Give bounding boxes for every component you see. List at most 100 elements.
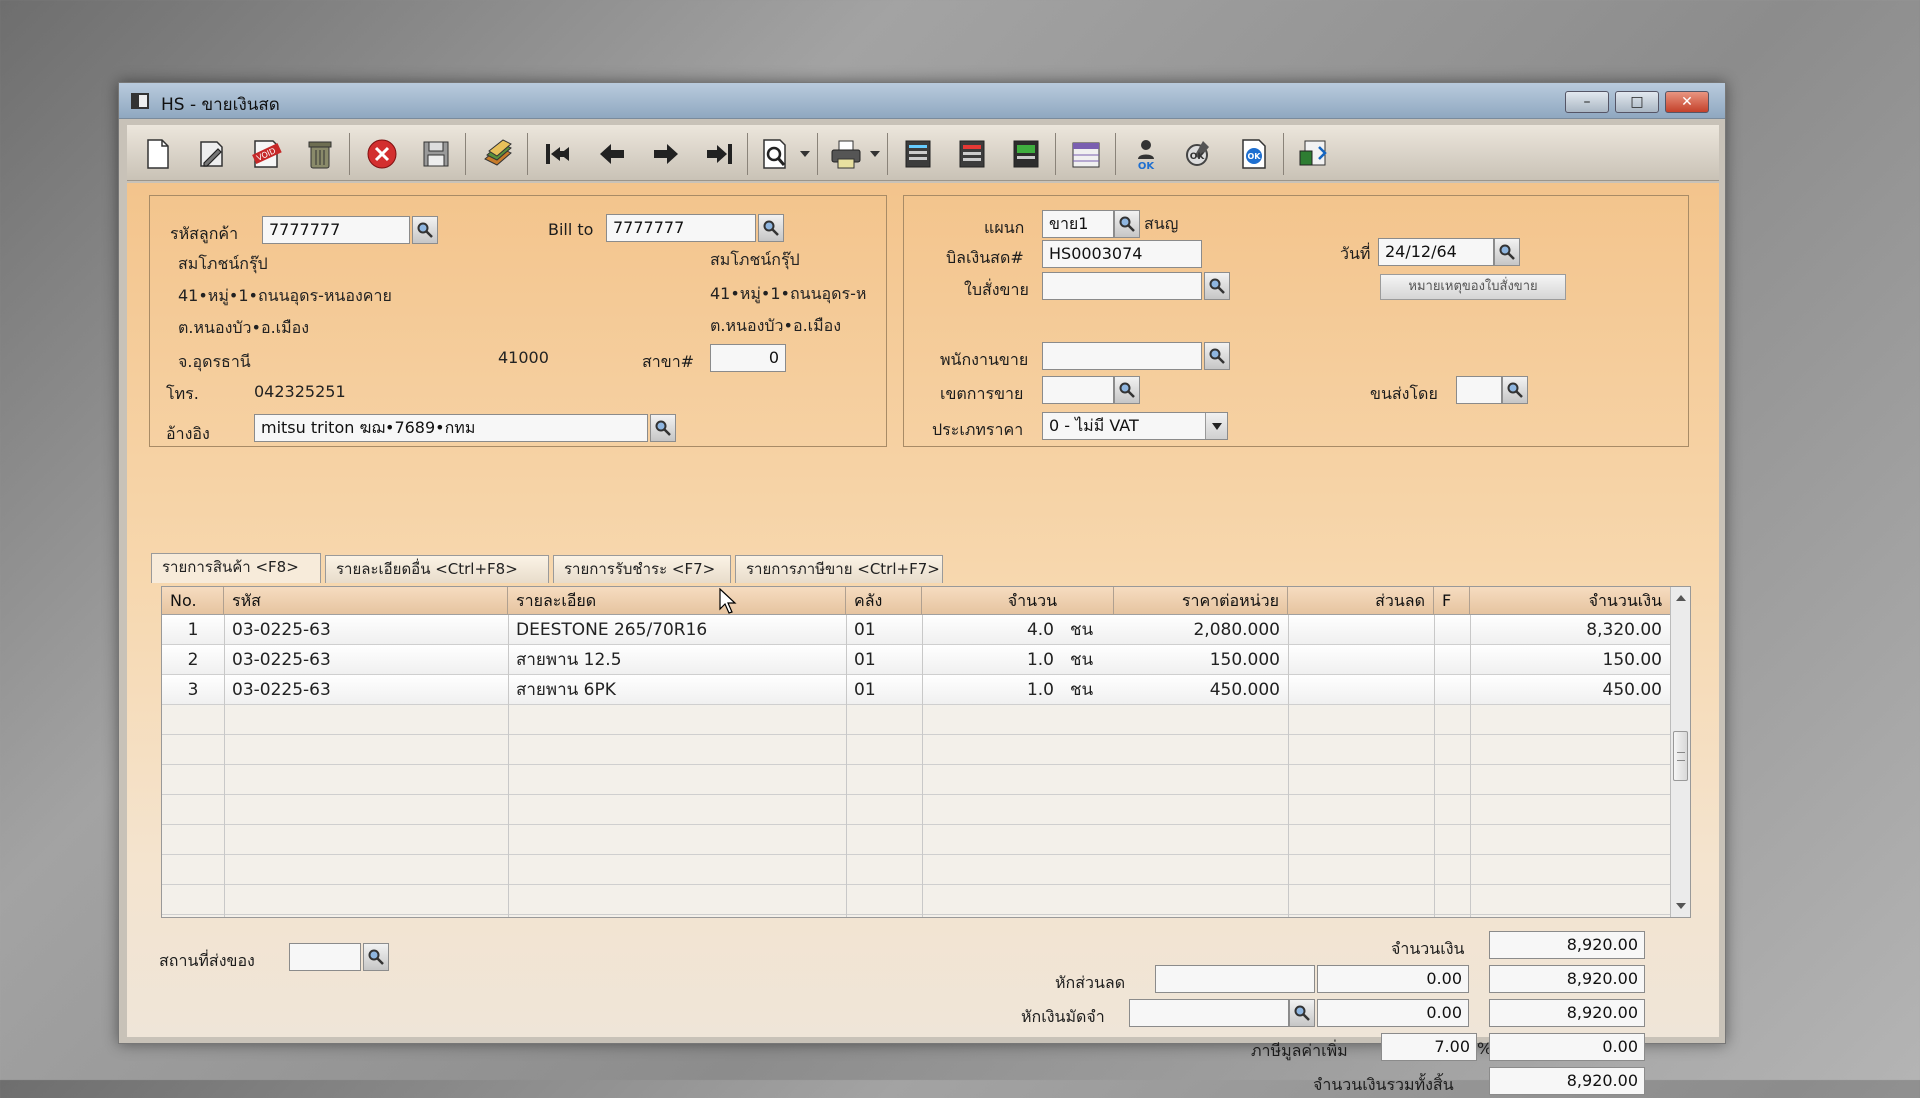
deposit-input[interactable] [1129, 999, 1289, 1027]
department-search-icon[interactable] [1114, 210, 1140, 238]
department-input[interactable]: ขาย1 [1042, 210, 1114, 238]
shipper-label: ขนส่งโดย [1370, 384, 1438, 403]
shipper-search-icon[interactable] [1502, 376, 1528, 404]
toolbar-separator [1115, 133, 1116, 175]
search-dropdown-arrow[interactable] [800, 151, 810, 157]
sales-order-search-icon[interactable] [1204, 272, 1230, 300]
table-row-empty[interactable] [162, 765, 1670, 795]
order-note-button[interactable]: หมายเหตุของใบสั่งขาย [1380, 274, 1566, 300]
grand-total-value: 8,920.00 [1489, 1067, 1645, 1095]
salesperson-input[interactable] [1042, 342, 1202, 370]
print-dropdown-arrow[interactable] [870, 151, 880, 157]
table-row-empty[interactable] [162, 705, 1670, 735]
salesperson-search-icon[interactable] [1204, 342, 1230, 370]
customer-code-input[interactable]: 7777777 [262, 216, 410, 244]
table-row-empty[interactable] [162, 735, 1670, 765]
scroll-thumb[interactable] [1673, 731, 1688, 781]
row-warehouse: 01 [854, 680, 876, 700]
col-unit-price[interactable]: ราคาต่อหน่วย [1114, 587, 1288, 615]
new-document-icon[interactable] [139, 135, 177, 173]
table-row-empty[interactable] [162, 855, 1670, 885]
col-amount[interactable]: จำนวนเงิน [1470, 587, 1670, 615]
col-code[interactable]: รหัส [224, 587, 508, 615]
table-row[interactable]: 3 03-0225-63 สายพาน 6PK 01 1.0 ชน 450.00… [162, 675, 1670, 705]
customer-search-icon[interactable] [412, 216, 438, 244]
cancel-icon[interactable] [363, 135, 401, 173]
tab-items[interactable]: รายการสินค้า <F8> [151, 553, 321, 583]
close-button[interactable]: ✕ [1665, 91, 1709, 113]
row-unit: ชน [1070, 650, 1094, 670]
col-discount[interactable]: ส่วนลด [1288, 587, 1434, 615]
last-record-icon[interactable] [701, 135, 739, 173]
bill-number-input[interactable]: HS0003074 [1042, 240, 1202, 268]
report-list-icon[interactable] [899, 135, 937, 173]
delivery-place-input[interactable] [289, 943, 361, 971]
column-divider [224, 615, 225, 917]
scroll-up-icon[interactable] [1676, 595, 1686, 601]
sales-area-input[interactable] [1042, 376, 1114, 404]
approve-user-icon[interactable]: OK [1127, 135, 1165, 173]
ok-document-icon[interactable]: OK [1235, 135, 1273, 173]
next-record-icon[interactable] [647, 135, 685, 173]
discount-input[interactable] [1155, 965, 1315, 993]
col-f[interactable]: F [1434, 587, 1470, 615]
delivery-place-search-icon[interactable] [363, 943, 389, 971]
vat-rate-input[interactable]: 7.00 [1381, 1033, 1477, 1061]
scroll-down-icon[interactable] [1676, 903, 1686, 909]
reference-input[interactable]: mitsu triton ฆฌ•7689•กทม [254, 414, 648, 442]
amount-value: 8,920.00 [1489, 931, 1645, 959]
calendar-report-icon[interactable] [1067, 135, 1105, 173]
export-icon[interactable] [1295, 135, 1333, 173]
delete-trash-icon[interactable] [301, 135, 339, 173]
date-input[interactable]: 24/12/64 [1378, 238, 1494, 266]
report-green-icon[interactable] [1007, 135, 1045, 173]
table-row[interactable]: 1 03-0225-63 DEESTONE 265/70R16 01 4.0 ช… [162, 615, 1670, 645]
save-icon[interactable] [417, 135, 455, 173]
sales-area-label: เขตการขาย [940, 384, 1024, 403]
table-row-empty[interactable] [162, 795, 1670, 825]
table-scrollbar[interactable] [1670, 587, 1690, 917]
void-icon[interactable]: VOID [247, 135, 285, 173]
department-label: แผนก [984, 218, 1025, 237]
maximize-button[interactable]: □ [1615, 91, 1659, 113]
report-red-icon[interactable] [953, 135, 991, 173]
deposit-search-icon[interactable] [1289, 999, 1315, 1027]
phone-label: โทร. [166, 384, 199, 403]
tab-sales-tax[interactable]: รายการภาษีขาย <Ctrl+F7> [735, 555, 943, 583]
col-warehouse[interactable]: คลัง [846, 587, 922, 615]
ok-check-icon[interactable]: OK [1181, 135, 1219, 173]
toolbar-separator [747, 133, 748, 175]
edit-icon[interactable] [193, 135, 231, 173]
row-unit-price: 150.000 [1209, 650, 1280, 670]
vat-value: 0.00 [1489, 1033, 1645, 1061]
copy-documents-icon[interactable] [479, 135, 517, 173]
date-picker-icon[interactable] [1494, 238, 1520, 266]
title-bar[interactable]: HS - ขายเงินสด – □ ✕ [119, 83, 1725, 119]
tab-other-details[interactable]: รายละเอียดอื่น <Ctrl+F8> [325, 555, 549, 583]
branch-input[interactable]: 0 [710, 344, 786, 372]
row-unit-price: 450.000 [1209, 680, 1280, 700]
table-row[interactable]: 2 03-0225-63 สายพาน 12.5 01 1.0 ชน 150.0… [162, 645, 1670, 675]
price-type-select[interactable]: 0 - ไม่มี VAT [1042, 412, 1228, 440]
search-document-icon[interactable] [757, 135, 795, 173]
first-record-icon[interactable] [539, 135, 577, 173]
table-row-empty[interactable] [162, 885, 1670, 915]
reference-search-icon[interactable] [650, 414, 676, 442]
bill-to-input[interactable]: 7777777 [606, 214, 756, 242]
customer-address1: 41•หมู่•1•ถนนอุดร-หนองคาย [178, 286, 392, 305]
table-row-empty[interactable] [162, 825, 1670, 855]
col-no[interactable]: No. [162, 587, 224, 615]
shipper-input[interactable] [1456, 376, 1502, 404]
bill-to-search-icon[interactable] [758, 214, 784, 242]
col-description[interactable]: รายละเอียด [508, 587, 846, 615]
chevron-down-icon[interactable] [1205, 413, 1227, 439]
row-unit: ชน [1070, 680, 1094, 700]
col-quantity[interactable]: จำนวน [922, 587, 1114, 615]
previous-record-icon[interactable] [593, 135, 631, 173]
after-deposit-value: 8,920.00 [1489, 999, 1645, 1027]
tab-payments[interactable]: รายการรับชำระ <F7> [553, 555, 731, 583]
minimize-button[interactable]: – [1565, 91, 1609, 113]
printer-icon[interactable] [827, 135, 865, 173]
sales-area-search-icon[interactable] [1114, 376, 1140, 404]
sales-order-input[interactable] [1042, 272, 1202, 300]
